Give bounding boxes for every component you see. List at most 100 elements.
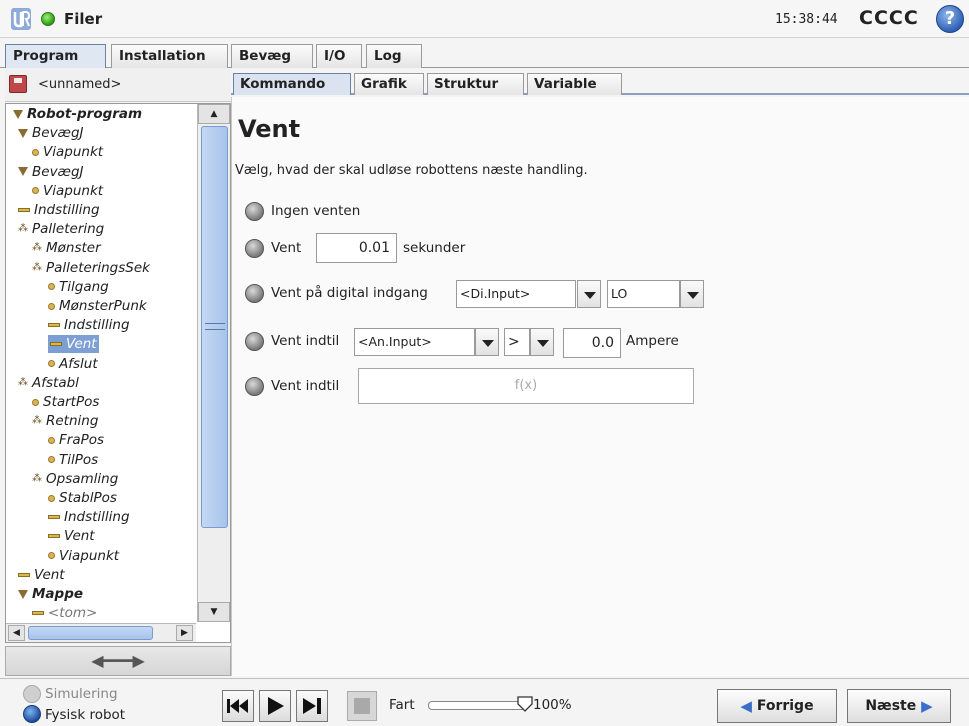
panel-resize-handle[interactable]: ◀━━━▶ (5, 646, 231, 676)
tree-node[interactable]: Mappe (18, 585, 83, 603)
chevron-down-icon[interactable] (577, 280, 601, 308)
app-title[interactable]: Filer (64, 10, 102, 28)
tree-node-label: StablPos (59, 490, 117, 506)
tab-variables[interactable]: Variable (527, 73, 622, 95)
tree-node[interactable]: Indstilling (48, 508, 130, 526)
tree-node[interactable]: FraPos (48, 431, 104, 449)
tree-node[interactable]: Vent (48, 335, 99, 354)
simulation-icon[interactable] (23, 685, 41, 703)
physical-robot-icon[interactable] (23, 705, 41, 723)
option-wait-digital[interactable]: Vent på digital indgang <Di.Input> LO (245, 280, 725, 308)
tree-vertical-scrollbar[interactable]: ▲ ▼ (197, 104, 230, 622)
tree-node[interactable]: Vent (18, 566, 65, 584)
tree-node-label: Vent (66, 336, 97, 353)
tree-node[interactable]: Indstilling (48, 316, 130, 334)
simulation-label[interactable]: Simulering (45, 686, 118, 702)
tab-structure[interactable]: Struktur (427, 73, 524, 95)
tree-node[interactable]: Viapunkt (32, 182, 103, 200)
tree-node[interactable]: StartPos (32, 393, 99, 411)
chevron-down-icon[interactable] (475, 328, 499, 356)
digital-level-select[interactable]: LO (607, 280, 680, 308)
tree-node[interactable]: ⁂ Retning (32, 412, 98, 430)
tree-node[interactable]: ⁂ Afstabl (18, 374, 79, 392)
tab-log[interactable]: Log (366, 44, 422, 68)
tree-node[interactable]: BevægJ (18, 163, 84, 181)
tree-node[interactable]: ⁂ PalleteringsSek (32, 259, 150, 277)
chevron-down-icon[interactable] (680, 280, 704, 308)
tab-command[interactable]: Kommando (233, 73, 351, 95)
scroll-down-icon[interactable]: ▼ (198, 602, 230, 622)
next-button[interactable]: Næste ▶ (847, 689, 951, 723)
analog-value-input[interactable]: 0.0 (563, 328, 621, 358)
radio-wait-analog[interactable] (245, 332, 264, 351)
ur-logo-icon (11, 8, 31, 30)
play-button[interactable] (259, 690, 291, 722)
scroll-up-icon[interactable]: ▲ (198, 104, 230, 124)
analog-unit: Ampere (626, 333, 679, 349)
scroll-right-icon[interactable]: ▶ (176, 625, 193, 641)
step-button[interactable] (296, 690, 328, 722)
pallet-icon: ⁂ (32, 415, 42, 427)
tree-node-label: FraPos (59, 432, 105, 449)
tree-node[interactable]: ⁂ Palletering (18, 220, 104, 238)
pallet-icon: ⁂ (32, 242, 42, 254)
triangle-icon (18, 128, 28, 138)
tab-move[interactable]: Bevæg (231, 44, 313, 68)
tree-node[interactable]: Viapunkt (32, 143, 103, 161)
previous-button-label: Forrige (756, 698, 814, 714)
tree-node[interactable]: Vent (48, 527, 95, 545)
option-wait-digital-label: Vent på digital indgang (271, 285, 428, 301)
tree-horizontal-scrollbar[interactable]: ◀ ▶ (6, 623, 196, 642)
tree-node-label: BevægJ (32, 125, 84, 142)
tree-node[interactable]: Tilgang (48, 278, 109, 296)
scroll-thumb[interactable] (201, 126, 228, 528)
radio-wait-expression[interactable] (245, 377, 264, 396)
next-button-label: Næste (865, 698, 917, 714)
radio-wait-time[interactable] (245, 239, 264, 258)
tree-node-label: Robot-program (27, 106, 143, 122)
tab-graphics[interactable]: Grafik (354, 73, 424, 95)
tree-node[interactable]: TilPos (48, 451, 98, 469)
main-tabs: Program Installation Bevæg I/O Log (0, 44, 969, 69)
analog-operator-select[interactable]: > (504, 328, 530, 356)
help-icon[interactable]: ? (936, 5, 964, 33)
tree-node-label: Viapunkt (43, 182, 104, 199)
tree-node[interactable]: BevægJ (18, 124, 84, 142)
physical-robot-label[interactable]: Fysisk robot (45, 707, 125, 723)
radio-wait-digital[interactable] (245, 284, 264, 303)
tree-node[interactable]: Viapunkt (48, 547, 119, 565)
waypoint-icon (48, 283, 55, 291)
tree-node[interactable]: Robot-program (13, 105, 142, 123)
tree-node[interactable]: StablPos (48, 489, 117, 507)
tree-node[interactable]: <tom> (32, 604, 97, 622)
expression-input[interactable]: f(x) (358, 368, 694, 404)
option-wait-expression[interactable]: Vent indtil f(x) (245, 368, 705, 404)
option-wait-analog[interactable]: Vent indtil <An.Input> > 0.0 Ampere (245, 328, 725, 358)
digital-input-select[interactable]: <Di.Input> (456, 280, 576, 308)
rewind-button[interactable] (222, 690, 254, 722)
previous-button[interactable]: ◀ Forrige (717, 689, 837, 723)
tab-program[interactable]: Program (5, 44, 106, 69)
tab-io[interactable]: I/O (316, 44, 362, 68)
tree-node[interactable]: Afslut (48, 355, 98, 373)
analog-input-select[interactable]: <An.Input> (354, 328, 475, 356)
tree-node-label: Afslut (59, 355, 98, 372)
tab-installation[interactable]: Installation (111, 44, 228, 68)
speed-slider[interactable] (428, 701, 526, 710)
tree-node-label: Vent (34, 566, 65, 583)
speed-slider-handle-icon[interactable] (516, 695, 534, 713)
tree-node[interactable]: ⁂ Opsamling (32, 470, 118, 488)
tree-node[interactable]: ⁂ Mønster (32, 239, 101, 257)
radio-no-wait[interactable] (245, 202, 264, 221)
hscroll-thumb[interactable] (28, 626, 153, 640)
tree-node[interactable]: Indstilling (18, 201, 100, 219)
option-wait-time[interactable]: Vent 0.01 sekunder (245, 233, 505, 263)
stop-button[interactable] (347, 691, 377, 721)
wait-command-editor: Vent Vælg, hvad der skal udløse robotten… (231, 97, 969, 676)
tree-node[interactable]: MønsterPunk (48, 297, 147, 315)
save-icon[interactable] (9, 75, 27, 93)
chevron-down-icon[interactable] (530, 328, 554, 356)
option-no-wait[interactable]: Ingen venten (245, 198, 445, 224)
wait-seconds-input[interactable]: 0.01 (316, 233, 397, 263)
scroll-left-icon[interactable]: ◀ (8, 625, 25, 641)
